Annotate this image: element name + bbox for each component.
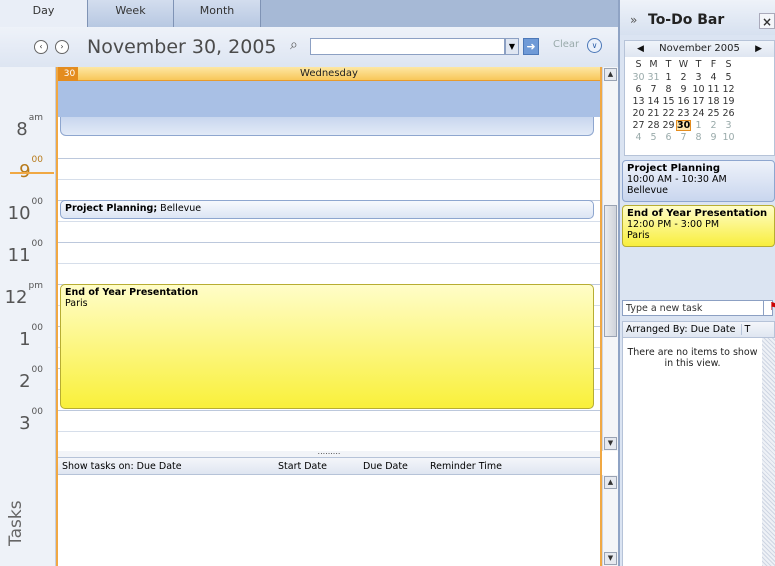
hour-line	[58, 242, 600, 243]
hour-line	[58, 158, 600, 159]
time-label: 1100	[7, 239, 43, 266]
close-icon[interactable]: ×	[759, 13, 775, 29]
tasks-title: Tasks	[6, 500, 26, 546]
calendar-week-row[interactable]: 6 7 8 9 10 11 12	[631, 84, 771, 95]
current-time-marker	[10, 172, 54, 174]
empty-list-message: There are no items to show in this view.	[627, 347, 758, 369]
day-number: 30	[58, 67, 78, 81]
appointment-time: 10:00 AM - 10:30 AM	[627, 174, 727, 185]
back-circle-icon[interactable]: ‹	[34, 40, 48, 54]
task-list-header: Show tasks on: Due Date Start Date Due D…	[58, 457, 600, 475]
calendar-week-row[interactable]: 20 21 22 23 24 25 26	[631, 108, 771, 119]
prev-month-icon[interactable]: ◀	[637, 41, 644, 57]
calendar-scrollbar[interactable]: ▲ ▼	[602, 67, 618, 451]
forward-glyph: ›	[60, 42, 64, 51]
calendar-month: November 2005	[659, 43, 740, 54]
tasks-side-label: Tasks	[0, 451, 56, 566]
tasks-scrollbar[interactable]: ▲ ▼	[602, 475, 618, 566]
half-hour-line	[58, 431, 600, 432]
appointment-location: Bellevue	[627, 185, 668, 196]
task-arrange-header[interactable]: Arranged By: Due Date T	[622, 321, 775, 338]
appointment-location: Paris	[65, 298, 88, 309]
expand-chevron-icon[interactable]: »	[630, 13, 637, 27]
all-day-area[interactable]	[58, 81, 600, 117]
scroll-up-icon[interactable]: ▲	[604, 68, 617, 81]
column-due-date[interactable]: Due Date	[363, 461, 408, 472]
calendar-week-row[interactable]: 13 14 15 16 17 18 19	[631, 96, 771, 107]
todo-task-list[interactable]: There are no items to show in this view.	[622, 338, 762, 566]
daily-task-list[interactable]: ......... Show tasks on: Due Date Start …	[56, 448, 602, 566]
column-start-date[interactable]: Start Date	[278, 461, 327, 472]
calendar-week-row[interactable]: 30 31 1 2 3 4 5	[631, 72, 771, 83]
time-label: 300	[19, 407, 43, 434]
column-reminder-time[interactable]: Reminder Time	[430, 461, 502, 472]
search-icon: ⌕	[290, 37, 298, 53]
chevron-down-icon[interactable]: ∨	[587, 38, 602, 53]
sort-column-t[interactable]: T	[740, 324, 751, 335]
half-hour-line	[58, 179, 600, 180]
calendar-main: Day Week Month ‹ › November 30, 2005 ⌕ ▼…	[0, 0, 618, 566]
day-weekday: Wednesday	[300, 68, 358, 79]
appointment-title: End of Year Presentation	[627, 208, 768, 219]
scroll-down-icon[interactable]: ▼	[604, 552, 617, 565]
search-dropdown-icon[interactable]: ▼	[505, 38, 519, 55]
day-column[interactable]: 30 Wednesday Project Planning; Bellevue …	[56, 67, 602, 451]
scroll-down-icon[interactable]: ▼	[604, 437, 617, 450]
calendar-today[interactable]: 30	[676, 120, 691, 131]
view-tabbar: Day Week Month	[0, 0, 618, 27]
appointment-title: Project Planning	[627, 163, 720, 174]
calendar-week-row[interactable]: 27 28 29 30 1 2 3	[631, 120, 771, 131]
appointment-end-of-year-presentation[interactable]: End of Year Presentation Paris	[60, 284, 594, 409]
todo-bar-title: To-Do Bar	[648, 12, 725, 28]
flag-icon[interactable]: ⚑	[769, 300, 775, 314]
back-glyph: ‹	[39, 42, 43, 51]
calendar-weekday-row: SMTWTFS	[635, 59, 732, 70]
todo-bar: » To-Do Bar × ◀ November 2005 ▶ SMTWTFS …	[618, 0, 775, 566]
tab-month[interactable]: Month	[174, 0, 261, 27]
calendar-month-header: ◀ November 2005 ▶	[625, 41, 774, 57]
tab-day[interactable]: Day	[0, 0, 88, 27]
half-hour-line	[58, 221, 600, 222]
clear-search-button[interactable]: Clear	[553, 39, 579, 50]
appointment-project-planning[interactable]: Project Planning; Bellevue	[60, 200, 594, 219]
todo-appointment-project-planning[interactable]: Project Planning 10:00 AM - 10:30 AM Bel…	[622, 160, 775, 202]
todo-appointment-end-of-year[interactable]: End of Year Presentation 12:00 PM - 3:00…	[622, 205, 775, 247]
appointment-title: Project Planning;	[65, 203, 158, 214]
time-label: 8am	[16, 113, 43, 140]
multi-hour-appointment-tail[interactable]	[60, 117, 594, 136]
search-input[interactable]	[310, 38, 505, 55]
current-date-title: November 30, 2005	[87, 36, 277, 58]
hour-line	[58, 410, 600, 411]
calendar-week-row[interactable]: 4 5 6 7 8 9 10	[631, 132, 771, 143]
column-show-tasks-on[interactable]: Show tasks on: Due Date	[62, 461, 182, 472]
time-label: 200	[19, 365, 43, 392]
appointment-title: End of Year Presentation	[65, 287, 199, 298]
arrow-right-icon[interactable]: ➜	[523, 38, 539, 55]
time-label: 12pm	[4, 281, 43, 308]
appointment-location: Bellevue	[160, 203, 202, 214]
time-label: 1000	[7, 197, 43, 224]
new-task-input[interactable]: Type a new task	[622, 300, 764, 316]
time-label: 100	[19, 323, 43, 350]
appointment-location: Paris	[627, 230, 650, 241]
date-navigation: ‹ › November 30, 2005 ⌕ ▼ ➜ Clear ∨	[0, 27, 618, 67]
next-month-icon[interactable]: ▶	[755, 41, 762, 57]
todo-bar-header: » To-Do Bar ×	[620, 0, 775, 35]
forward-circle-icon[interactable]: ›	[55, 40, 69, 54]
scrollbar-thumb[interactable]	[604, 205, 617, 337]
tab-week[interactable]: Week	[88, 0, 174, 27]
half-hour-line	[58, 263, 600, 264]
appointment-time: 12:00 PM - 3:00 PM	[627, 219, 720, 230]
todo-scrollbar[interactable]	[762, 338, 775, 566]
date-navigator[interactable]: ◀ November 2005 ▶ SMTWTFS 30 31 1 2 3 4 5 6789…	[624, 40, 775, 156]
scroll-up-icon[interactable]: ▲	[604, 476, 617, 489]
day-header: 30 Wednesday	[58, 67, 600, 81]
arranged-by-label[interactable]: Arranged By: Due Date	[626, 324, 736, 335]
